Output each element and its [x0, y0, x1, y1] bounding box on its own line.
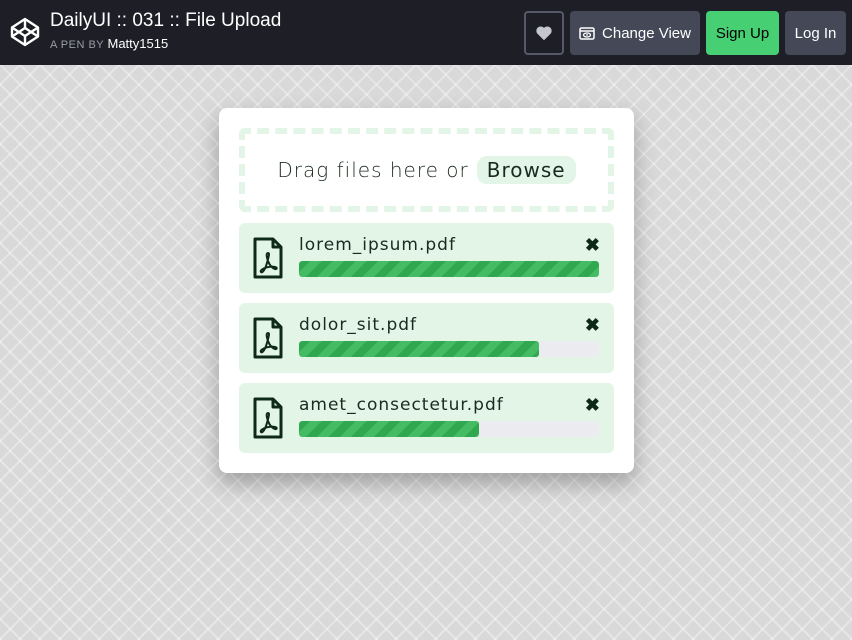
file-name: lorem_ipsum.pdf: [299, 235, 456, 255]
file-item: amet_consectetur.pdf ✖: [239, 383, 614, 453]
heart-icon: [536, 26, 552, 41]
heart-button[interactable]: [524, 11, 564, 55]
remove-file-button[interactable]: ✖: [585, 313, 600, 337]
file-item: dolor_sit.pdf ✖: [239, 303, 614, 373]
eye-window-icon: [579, 26, 595, 40]
pen-title: DailyUI :: 031 :: File Upload: [50, 10, 282, 31]
upload-progress-fill: [299, 421, 479, 437]
drop-zone-text: Drag files here or: [277, 158, 469, 182]
log-in-button[interactable]: Log In: [785, 11, 846, 55]
upload-progress-fill: [299, 261, 599, 277]
pdf-file-icon: [253, 317, 283, 359]
pen-title-block: DailyUI :: 031 :: File Upload A PEN BY M…: [50, 9, 281, 51]
remove-file-button[interactable]: ✖: [585, 233, 600, 257]
codepen-logo-icon[interactable]: [9, 16, 41, 48]
upload-progress-bar: [299, 421, 599, 437]
pdf-file-icon: [253, 237, 283, 279]
pen-byline: A PEN BY Matty1515: [50, 36, 281, 51]
upload-progress-fill: [299, 341, 539, 357]
browse-button[interactable]: Browse: [476, 156, 576, 184]
change-view-button[interactable]: Change View: [570, 11, 700, 55]
sign-up-button[interactable]: Sign Up: [706, 11, 779, 55]
upload-progress-bar: [299, 261, 599, 277]
drop-zone[interactable]: Drag files here or Browse: [239, 128, 614, 212]
file-name: dolor_sit.pdf: [299, 315, 418, 335]
file-item: lorem_ipsum.pdf ✖: [239, 223, 614, 293]
top-bar: DailyUI :: 031 :: File Upload A PEN BY M…: [0, 0, 852, 65]
author-link[interactable]: Matty1515: [108, 36, 169, 51]
remove-file-button[interactable]: ✖: [585, 393, 600, 417]
pdf-file-icon: [253, 397, 283, 439]
file-name: amet_consectetur.pdf: [299, 395, 504, 415]
change-view-label: Change View: [602, 24, 691, 42]
pen-by-label: A PEN BY: [50, 39, 104, 51]
file-upload-card: Drag files here or Browse lorem_ipsum.pd…: [219, 108, 634, 473]
upload-progress-bar: [299, 341, 599, 357]
